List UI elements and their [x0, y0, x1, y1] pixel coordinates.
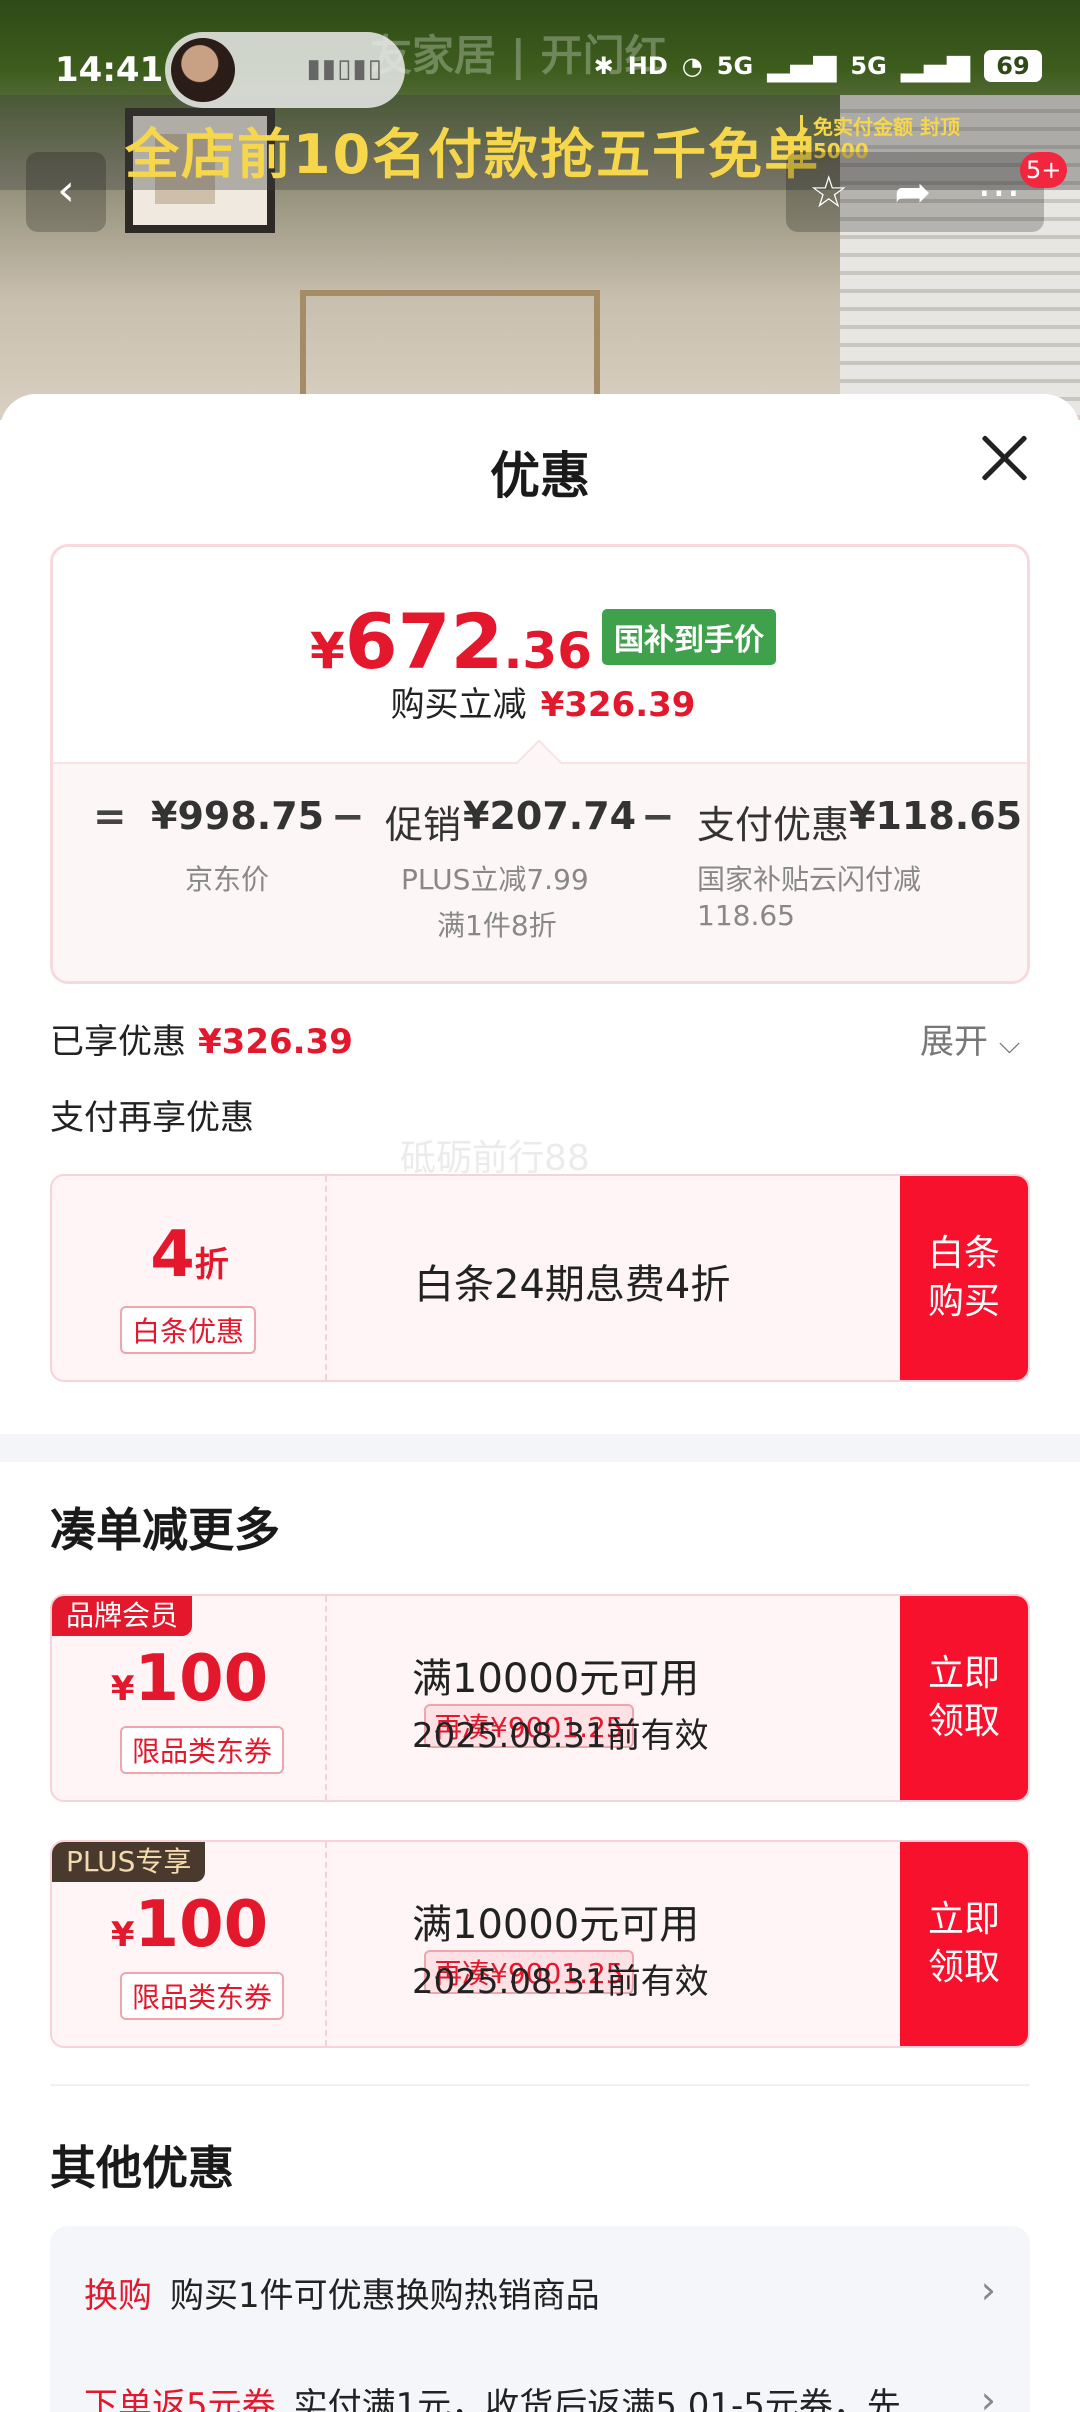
- price-integer: 672: [344, 597, 504, 686]
- subsidy-price-tag: 国补到手价: [602, 609, 777, 665]
- jd-price: ¥998.75: [151, 794, 325, 838]
- signal-5g-label: 5G: [716, 51, 754, 80]
- list-item[interactable]: 下单返5元券 实付满1元，收货后返满5.01-5元券，先 ›: [84, 2378, 996, 2412]
- baitiao-title: 白条24期息费4折: [414, 1262, 731, 1308]
- promo-note-plus: PLUS立减7.99: [401, 863, 589, 896]
- reduce-label: 购买立减: [390, 685, 527, 725]
- coupon-amount: ¥100: [110, 1888, 269, 1962]
- reduce-value: ¥326.39: [540, 685, 696, 725]
- enjoyed-discount: 已享优惠 ¥326.39: [50, 1014, 353, 1063]
- enjoyed-label: 已享优惠: [50, 1022, 186, 1062]
- expand-button[interactable]: 展开 ⌵: [920, 1014, 1020, 1063]
- other-section-title: 其他优惠: [50, 2141, 234, 2195]
- minus-sign: −: [331, 794, 365, 840]
- claim-coupon-button[interactable]: 立即领取: [900, 1596, 1028, 1800]
- floating-voice-pill[interactable]: ▮▮▯▮▯: [165, 32, 405, 108]
- chevron-right-icon: ›: [980, 2378, 996, 2412]
- price-decimal: .36: [503, 622, 593, 680]
- minus-sign-2: −: [641, 794, 675, 840]
- promo-note-discount: 满1件8折: [437, 909, 557, 942]
- baitiao-amount: 4折: [150, 1218, 229, 1292]
- expand-label: 展开: [920, 1022, 988, 1062]
- reduce-line: 购买立减 ¥326.39: [53, 677, 1027, 726]
- chevron-down-icon: ⌵: [998, 1027, 1021, 1060]
- battery-icon: 69: [984, 49, 1042, 82]
- chevron-right-icon: ›: [980, 2268, 996, 2312]
- pay-more-title: 支付再享优惠: [50, 1098, 254, 1138]
- section-divider: [0, 1434, 1080, 1462]
- list-item[interactable]: 换购 购买1件可优惠换购热销商品 ›: [84, 2268, 996, 2317]
- favorite-star-icon[interactable]: ☆: [809, 167, 848, 218]
- audio-wave-icon: ▮▮▯▮▯: [306, 54, 383, 84]
- trade-in-text: 购买1件可优惠换购热销商品: [170, 2276, 600, 2316]
- status-icons: ✱ HD ◔ 5G ▂▄▆ 5G ▂▄▆ 69: [594, 48, 1042, 83]
- baitiao-coupon: 4折 白条优惠 白条24期息费4折 白条购买: [50, 1174, 1030, 1382]
- avatar: [171, 38, 235, 102]
- return-coupon-text: 实付满1元，收货后返满5.01-5元券，先: [293, 2386, 901, 2412]
- jd-price-label: 京东价: [185, 863, 270, 896]
- promo-value: ¥207.74: [463, 794, 637, 838]
- pay-discount-amount: 118.65: [697, 899, 795, 932]
- coupon-category-label: 限品类东券: [120, 1972, 285, 2020]
- coupon-category-label: 限品类东券: [120, 1726, 285, 1774]
- message-badge: 5+: [1020, 152, 1068, 188]
- signal-icon: ▂▄▆: [767, 48, 837, 83]
- price-card: ¥672.36 国补到手价 购买立减 ¥326.39 = ¥998.75 京东价 −…: [50, 544, 1030, 984]
- baitiao-buy-button[interactable]: 白条购买: [900, 1176, 1028, 1380]
- hd-icon: HD: [627, 51, 668, 80]
- trade-in-label: 换购: [84, 2276, 152, 2316]
- more-icon[interactable]: ⋯: [977, 167, 1021, 218]
- wifi-icon: ◔: [681, 51, 703, 80]
- coupon-card: PLUS专享 ¥100 限品类东券 满10000元可用再凑¥9001.25 20…: [50, 1840, 1030, 2048]
- nav-actions: ☆ ➦ ⋯: [786, 152, 1044, 232]
- back-button[interactable]: ‹: [26, 152, 106, 232]
- baitiao-sub-label: 白条优惠: [120, 1306, 257, 1354]
- enjoyed-value: ¥326.39: [198, 1022, 353, 1062]
- signal-5g-label-2: 5G: [850, 51, 887, 80]
- coupon-amount: ¥100: [110, 1642, 269, 1716]
- discount-sheet: 优惠 ¥672.36 国补到手价 购买立减 ¥326.39 = ¥998.75 京东…: [0, 394, 1080, 2412]
- close-icon[interactable]: [972, 426, 1036, 490]
- combine-section-title: 凑单减更多: [50, 1503, 280, 1557]
- status-bar: 14:41 ▮▮▯▮▯ ✱ HD ◔ 5G ▂▄▆ 5G ▂▄▆ 69: [0, 0, 1080, 135]
- sheet-title: 优惠: [490, 447, 590, 505]
- status-time: 14:41: [55, 50, 164, 90]
- signal-icon-2: ▂▄▆: [900, 48, 970, 83]
- price-breakdown: = ¥998.75 京东价 − 促销 ¥207.74 PLUS立减7.99 满1…: [53, 762, 1027, 981]
- promo-label: 促销: [385, 803, 462, 847]
- pay-discount-note: 国家补贴云闪付减: [697, 863, 922, 896]
- pay-discount-value: ¥118.65: [849, 794, 1023, 838]
- claim-coupon-button[interactable]: 立即领取: [900, 1842, 1028, 2046]
- bluetooth-icon: ✱: [593, 51, 614, 80]
- share-icon[interactable]: ➦: [894, 167, 931, 218]
- coupon-expiry: 2025.08.31前有效: [412, 1962, 709, 2002]
- divider: [50, 2084, 1030, 2086]
- coupon-expiry: 2025.08.31前有效: [412, 1716, 709, 1756]
- coupon-card: 品牌会员 ¥100 限品类东券 满10000元可用再凑¥9001.25 2025…: [50, 1594, 1030, 1802]
- final-price: ¥672.36 国补到手价: [53, 597, 1027, 686]
- return-coupon-label: 下单返5元券: [84, 2386, 276, 2412]
- pay-discount-label: 支付优惠: [697, 803, 850, 847]
- other-discounts-list: 换购 购买1件可优惠换购热销商品 › 下单返5元券 实付满1元，收货后返满5.01-…: [50, 2226, 1030, 2412]
- equals-sign: =: [93, 794, 127, 840]
